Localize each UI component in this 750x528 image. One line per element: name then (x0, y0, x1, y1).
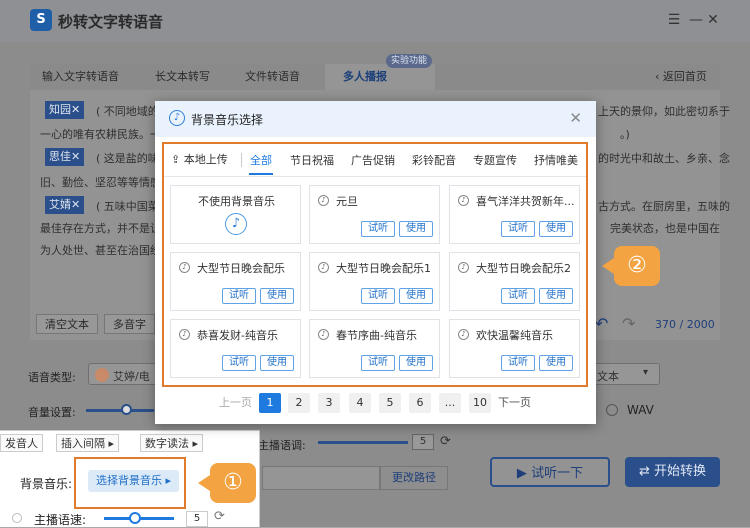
voice-type-label: 语音类型: (28, 371, 76, 384)
page-button-10[interactable]: 10 (469, 393, 491, 413)
speaker-text: 上天的景仰，如此密切系于 (598, 105, 730, 118)
speaker-text: ( 不同地域的 (96, 105, 159, 118)
menu-icon[interactable]: ☰ (666, 12, 682, 28)
speaker-text: 旧、勤俭、坚忍等等情感 (40, 176, 161, 189)
speaker-tag[interactable]: 艾婧✕ (45, 196, 85, 214)
speaker-text: 。) (620, 128, 630, 141)
speaker-tag[interactable]: 知园✕ (45, 101, 85, 119)
speaker-text: 的时光中和故土、乡亲、念 (598, 152, 730, 165)
format-select[interactable]: 文本 ▾ (590, 363, 660, 385)
speaker-text: 最佳存在方式，并不是让 (40, 222, 161, 235)
back-home-label: 返回首页 (662, 70, 707, 83)
tab-file-to-speech[interactable]: 文件转语音 (245, 64, 315, 90)
chevron-down-icon: ▾ (643, 367, 649, 378)
change-path-button[interactable]: 更改路径 (380, 466, 448, 490)
volume-slider-handle[interactable] (121, 404, 132, 415)
minimize-icon[interactable]: — (688, 12, 704, 28)
pitch-value[interactable]: 5 (412, 434, 434, 450)
music-note-icon: ♪ (169, 110, 185, 126)
undo-icon[interactable]: ↶ (595, 314, 608, 333)
inset-tab-speaker[interactable]: 发音人 (0, 434, 43, 452)
speed-slider-handle[interactable] (129, 512, 141, 524)
wav-radio[interactable] (606, 404, 618, 416)
save-path-field[interactable] (262, 466, 380, 490)
wav-label: WAV (627, 403, 654, 417)
page-button-5[interactable]: 5 (379, 393, 401, 413)
speaker-text: ( 五味中国菜 (96, 200, 159, 213)
page-button-1[interactable]: 1 (259, 393, 281, 413)
speaker-text: ( 这是盐的味 (96, 152, 159, 165)
chevron-left-icon: ‹ (655, 70, 663, 83)
title-bar: S 秒转文字转语音 ☰ — ✕ (0, 0, 750, 42)
clear-text-button[interactable]: 清空文本 (36, 314, 98, 334)
page-ellipsis[interactable]: ... (439, 393, 461, 413)
close-icon[interactable]: ✕ (569, 109, 582, 127)
redo-icon[interactable]: ↷ (622, 314, 635, 333)
char-count: 370 / 2000 (655, 318, 715, 331)
next-page-button[interactable]: 下一页 (498, 393, 531, 413)
highlight-box-bgm (74, 457, 186, 509)
pitch-slider[interactable] (318, 441, 408, 444)
multi-sound-button[interactable]: 多音字 (104, 314, 155, 334)
volume-slider[interactable] (86, 409, 154, 412)
highlight-box-bgm-list (162, 142, 588, 387)
back-home-link[interactable]: ‹ 返回首页 (655, 64, 725, 90)
close-window-icon[interactable]: ✕ (705, 12, 721, 28)
format-label: 文本 (597, 370, 619, 383)
main-tabs: 输入文字转语音 长文本转写 文件转语音 多人播报 实验功能 ‹ 返回首页 (30, 54, 720, 90)
prev-page-button[interactable]: 上一页 (219, 393, 252, 413)
app-title: 秒转文字转语音 (58, 13, 164, 31)
step-marker-1: ① (198, 463, 256, 503)
inset-tab-insert-pause[interactable]: 插入间隔 ▸ (56, 434, 120, 452)
voice-name: 艾婷/电 (113, 370, 150, 383)
speaker-tag[interactable]: 思佳✕ (45, 148, 85, 166)
speed-value[interactable]: 5 (186, 511, 208, 527)
experimental-badge: 实验功能 (386, 54, 433, 68)
start-convert-label: 开始转换 (654, 464, 707, 479)
dialog-title: 背景音乐选择 (191, 113, 264, 127)
play-icon: ▶ (516, 466, 532, 481)
speaker-text: 古方式。在厨房里，五味的 (598, 200, 730, 213)
avatar (95, 368, 109, 382)
page-button-4[interactable]: 4 (349, 393, 371, 413)
listen-preview-button[interactable]: ▶ 试听一下 (490, 457, 610, 487)
step-marker-2: ② (602, 246, 660, 286)
reset-icon[interactable]: ⟳ (440, 434, 451, 449)
convert-icon: ⇄ (638, 464, 654, 479)
inset-tab-number-reading[interactable]: 数字读法 ▸ (140, 434, 204, 452)
anchor-pitch-label: 主播语调: (258, 439, 306, 452)
voice-select[interactable]: 艾婷/电 (88, 363, 158, 385)
speaker-text: 为人处世、甚至在治国经 (40, 244, 161, 257)
bgm-label: 背景音乐: (20, 477, 73, 491)
speaker-text: 完美状态，也是中国在 (610, 222, 720, 235)
page-button-6[interactable]: 6 (409, 393, 431, 413)
start-convert-button[interactable]: ⇄ 开始转换 (625, 457, 720, 487)
volume-label: 音量设置: (28, 406, 76, 419)
page-button-3[interactable]: 3 (318, 393, 340, 413)
tab-long-text[interactable]: 长文本转写 (155, 64, 225, 90)
app-logo-icon: S (30, 9, 52, 31)
speed-label: 主播语速: (34, 513, 87, 527)
listen-preview-label: 试听一下 (531, 466, 584, 481)
dialog-header: ♪ 背景音乐选择 ✕ (155, 101, 596, 137)
reset-icon[interactable]: ⟳ (214, 509, 225, 524)
tab-text-to-speech[interactable]: 输入文字转语音 (42, 64, 132, 90)
page-button-2[interactable]: 2 (288, 393, 310, 413)
radio-icon[interactable] (12, 513, 22, 523)
speaker-text: 一心的唯有农耕民族。一 (40, 128, 161, 141)
